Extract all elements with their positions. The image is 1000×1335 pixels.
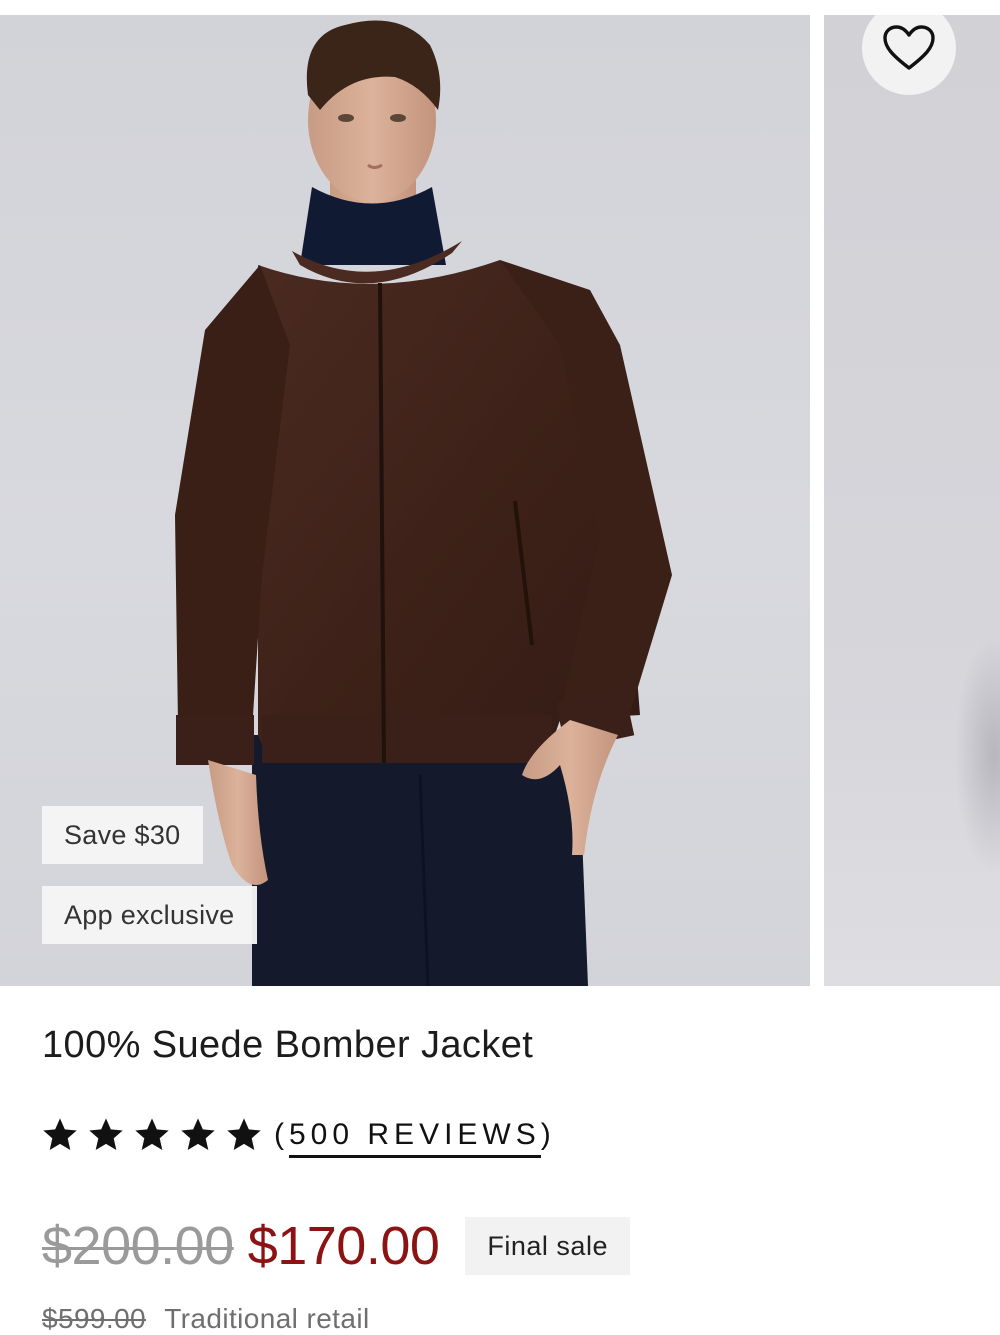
star-filled-icon bbox=[135, 1118, 169, 1150]
next-product-image[interactable] bbox=[824, 15, 1000, 986]
original-price: $200.00 bbox=[42, 1216, 234, 1276]
star-filled-icon bbox=[89, 1118, 123, 1150]
rating-stars bbox=[40, 1115, 264, 1155]
price-row: $200.00 $170.00 Final sale bbox=[42, 1212, 630, 1280]
star-filled-icon bbox=[43, 1118, 77, 1150]
app-exclusive-badge: App exclusive bbox=[42, 886, 257, 944]
reviews-link[interactable]: (500 REVIEWS) bbox=[274, 1118, 556, 1158]
product-title: 100% Suede Bomber Jacket bbox=[42, 1024, 534, 1066]
product-rating: (500 REVIEWS) bbox=[40, 1110, 556, 1160]
product-image-gallery[interactable]: Save $30 App exclusive bbox=[0, 15, 1000, 986]
star-filled-icon bbox=[181, 1118, 215, 1150]
sale-price: $170.00 bbox=[247, 1216, 440, 1276]
final-sale-badge: Final sale bbox=[465, 1217, 630, 1275]
heart-outline-icon bbox=[883, 25, 935, 70]
reviews-count: 500 REVIEWS bbox=[289, 1118, 541, 1158]
save-badge: Save $30 bbox=[42, 806, 203, 864]
star-filled-icon bbox=[227, 1118, 261, 1150]
traditional-retail-row: $599.00 Traditional retail bbox=[42, 1303, 370, 1335]
traditional-retail-price: $599.00 bbox=[42, 1303, 147, 1334]
traditional-retail-label: Traditional retail bbox=[164, 1303, 370, 1334]
next-image-shadow bbox=[954, 635, 1000, 875]
